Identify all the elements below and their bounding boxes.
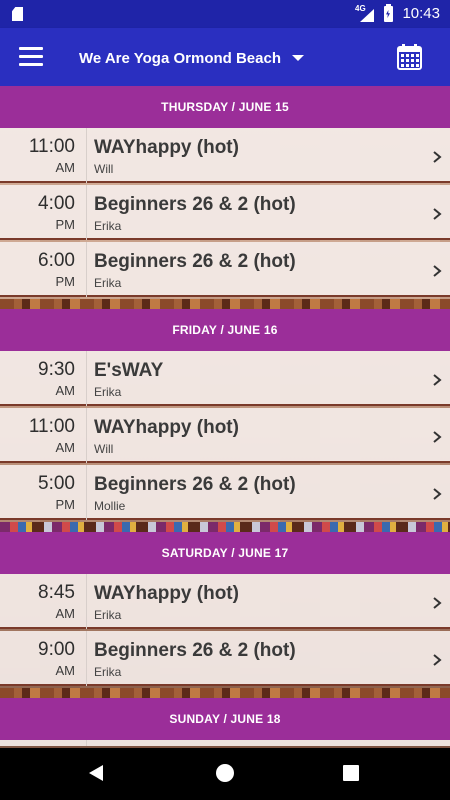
time-column: 4:00 PM — [0, 185, 87, 240]
class-time: 9:30 — [38, 359, 75, 380]
time-column: 5:00 PM — [0, 465, 87, 520]
class-info: Beginners 26 & 2 (hot) Erika — [94, 242, 420, 297]
class-info: Beginners 26 & 2 (hot) Mollie — [94, 465, 420, 520]
class-time: 11:00 — [28, 136, 75, 157]
class-row[interactable]: 4:00 PM Beginners 26 & 2 (hot) Erika — [0, 185, 450, 240]
class-ampm: AM — [55, 606, 76, 621]
class-info: Beginners 26 & 2 (hot) Erika — [94, 631, 420, 686]
chevron-right-icon — [432, 596, 442, 609]
app-bar: We Are Yoga Ormond Beach — [0, 28, 450, 86]
class-name: WAYhappy (hot) — [94, 583, 239, 604]
class-time: 6:00 — [38, 250, 75, 271]
class-ampm: PM — [55, 217, 76, 232]
back-icon[interactable] — [89, 765, 103, 781]
chevron-right-icon — [432, 653, 442, 666]
instructor-name: Erika — [94, 276, 122, 290]
class-row[interactable]: 9:00 AM Beginners 26 & 2 (hot) Erika — [0, 631, 450, 686]
chevron-right-icon — [432, 430, 442, 443]
class-ampm: PM — [55, 274, 76, 289]
class-time: 11:00 — [28, 416, 75, 437]
class-ampm: AM — [55, 160, 76, 175]
system-navigation-bar — [0, 748, 450, 800]
chevron-right-icon — [432, 150, 442, 163]
class-name: Beginners 26 & 2 (hot) — [94, 194, 296, 215]
class-name: Beginners 26 & 2 (hot) — [94, 640, 296, 661]
class-name: Beginners 26 & 2 (hot) — [94, 251, 296, 272]
time-column: 9:00 AM — [0, 631, 87, 686]
class-row[interactable]: 9:30 AM E'sWAY Erika — [0, 351, 450, 406]
home-icon[interactable] — [216, 764, 234, 782]
class-time: 9:00 — [38, 639, 75, 660]
class-row[interactable]: 11:00 AM WAYhappy (hot) Will — [0, 128, 450, 183]
class-ampm: PM — [55, 497, 76, 512]
instructor-name: Erika — [94, 385, 122, 399]
time-column: 8:45 AM — [0, 574, 87, 629]
instructor-name: Erika — [94, 219, 122, 233]
class-time: 4:00 — [38, 193, 75, 214]
class-ampm: AM — [55, 383, 76, 398]
class-info: WAYhappy (hot) Will — [94, 408, 420, 463]
status-bar: 4G 10:43 — [0, 0, 450, 28]
location-dropdown[interactable]: We Are Yoga Ormond Beach — [79, 46, 304, 70]
network-type: 4G — [355, 4, 366, 13]
class-info: WAYhappy (hot) Erika — [94, 574, 420, 629]
day-header: SATURDAY / JUNE 17 — [0, 532, 450, 574]
class-row[interactable]: 8:45 AM WAYhappy (hot) Erika — [0, 574, 450, 629]
chevron-right-icon — [432, 373, 442, 386]
instructor-name: Erika — [94, 608, 122, 622]
battery-charging-icon — [384, 4, 393, 22]
chevron-right-icon — [432, 207, 442, 220]
calendar-icon[interactable] — [397, 44, 422, 70]
time-column: 6:00 PM — [0, 242, 87, 297]
instructor-name: Erika — [94, 665, 122, 679]
sd-card-icon — [12, 7, 23, 21]
instructor-name: Will — [94, 442, 114, 456]
class-info: E'sWAY Erika — [94, 351, 420, 406]
class-info: Beginners 26 & 2 (hot) Erika — [94, 185, 420, 240]
class-name: E'sWAY — [94, 360, 164, 381]
day-header: FRIDAY / JUNE 16 — [0, 309, 450, 351]
class-row[interactable]: 11:00 AM WAYhappy (hot) Will — [0, 408, 450, 463]
time-column: 9:30 AM — [0, 351, 87, 406]
class-schedule-list[interactable]: THURSDAY / JUNE 15 11:00 AM WAYhappy (ho… — [0, 86, 450, 746]
hamburger-menu-icon[interactable] — [19, 47, 43, 67]
time-column: 11:00 AM — [0, 128, 87, 183]
class-row[interactable]: 6:00 PM Beginners 26 & 2 (hot) Erika — [0, 242, 450, 297]
class-name: WAYhappy (hot) — [94, 417, 239, 438]
class-name: Beginners 26 & 2 (hot) — [94, 474, 296, 495]
day-header: THURSDAY / JUNE 15 — [0, 86, 450, 128]
time-column: 11:00 AM — [0, 408, 87, 463]
class-time: 5:00 — [38, 473, 75, 494]
instructor-name: Will — [94, 162, 114, 176]
class-ampm: AM — [55, 440, 76, 455]
recents-icon[interactable] — [343, 765, 359, 781]
class-row[interactable]: 5:00 PM Beginners 26 & 2 (hot) Mollie — [0, 465, 450, 520]
status-clock: 10:43 — [402, 5, 440, 22]
chevron-right-icon — [432, 487, 442, 500]
day-header: SUNDAY / JUNE 18 — [0, 698, 450, 740]
class-time: 8:45 — [38, 582, 75, 603]
class-name: WAYhappy (hot) — [94, 137, 239, 158]
class-info: WAYhappy (hot) Will — [94, 128, 420, 183]
class-row-partial[interactable] — [0, 740, 450, 746]
time-column — [0, 740, 87, 746]
dropdown-arrow-icon — [292, 55, 304, 61]
class-ampm: AM — [55, 663, 76, 678]
instructor-name: Mollie — [94, 499, 126, 513]
location-title: We Are Yoga Ormond Beach — [79, 49, 281, 67]
chevron-right-icon — [432, 264, 442, 277]
